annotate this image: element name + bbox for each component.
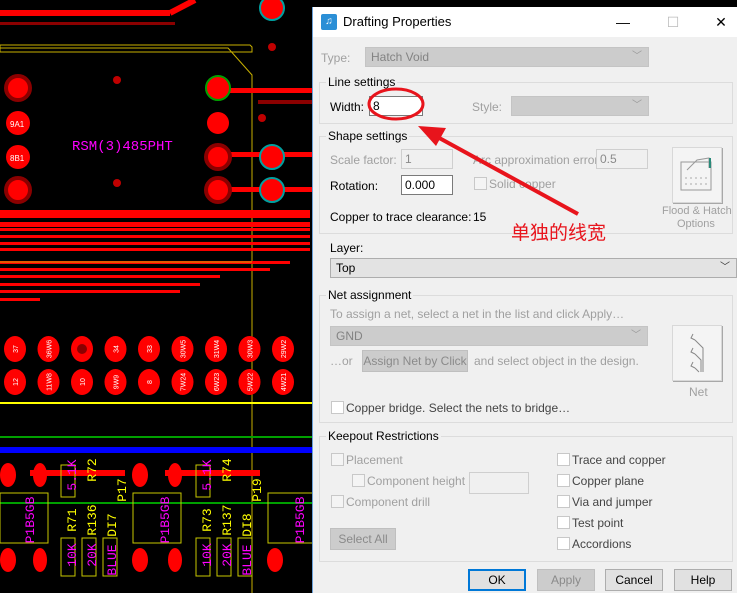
annotation-text: 单独的线宽 [511, 223, 607, 244]
annotation-arrow [431, 132, 579, 216]
annotation-overlay [367, 87, 579, 216]
arrow-head-icon [418, 126, 446, 146]
annotation-circle [367, 87, 425, 121]
